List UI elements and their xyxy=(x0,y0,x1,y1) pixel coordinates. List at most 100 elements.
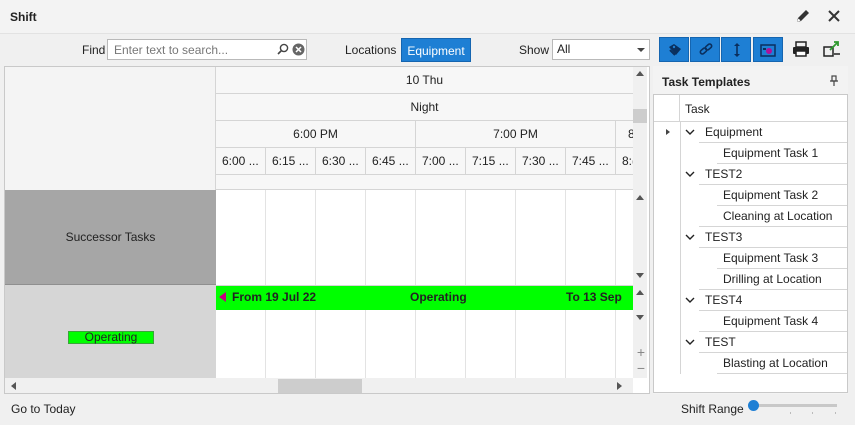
grid-line xyxy=(415,190,416,378)
day-header: 10 Thu xyxy=(216,67,633,94)
tree-item-label: Equipment Task 3 xyxy=(723,251,819,265)
hscroll-thumb[interactable] xyxy=(278,379,362,393)
successor-vscroll[interactable] xyxy=(633,190,647,285)
slider-tick xyxy=(790,412,791,414)
collapse-chevron-icon[interactable] xyxy=(685,170,695,178)
scroll-down-icon[interactable] xyxy=(636,315,644,320)
tree-group-label: TEST2 xyxy=(705,167,743,181)
schedule-grid: 10 Thu Night 6:00 PM 7:00 PM 8 6:00 ... … xyxy=(4,66,650,394)
tree-header-indent xyxy=(654,95,680,121)
chevron-down-icon xyxy=(637,48,645,52)
link-button[interactable] xyxy=(690,37,720,62)
tree-group-row[interactable]: Equipment xyxy=(654,122,847,143)
timeline-body[interactable]: From 19 Jul 22 Operating To 13 Sep xyxy=(216,190,633,378)
expand-vertical-button[interactable] xyxy=(721,37,751,62)
tree-column-task[interactable]: Task xyxy=(685,102,710,116)
tree-item-label: Equipment Task 2 xyxy=(723,188,819,202)
quarter-cell: 7:30 ... xyxy=(516,148,566,174)
grid-line xyxy=(265,190,266,378)
search-icon[interactable] xyxy=(276,42,290,56)
timeline-hscroll[interactable] xyxy=(5,378,633,393)
tree-row-line xyxy=(717,373,847,374)
scroll-up-icon[interactable] xyxy=(636,290,644,295)
task-templates-title: Task Templates xyxy=(662,75,751,89)
search-input[interactable] xyxy=(108,40,268,59)
tree-item-label: Equipment Task 1 xyxy=(723,146,819,160)
quarter-cell: 6:00 ... xyxy=(216,148,266,174)
task-templates-tree: Task Equipment Equipment Task 1 TEST2 Eq… xyxy=(653,94,848,393)
quarter-cell: 7:00 ... xyxy=(416,148,466,174)
show-select[interactable]: All xyxy=(552,39,650,60)
tree-item-row[interactable]: Drilling at Location xyxy=(654,269,847,290)
scroll-up-icon[interactable] xyxy=(636,195,644,200)
scroll-right-icon[interactable] xyxy=(617,382,622,390)
day-label: 10 Thu xyxy=(405,73,444,87)
cost-view-button[interactable] xyxy=(659,37,689,62)
header-vscroll-thumb[interactable] xyxy=(633,109,647,123)
export-button[interactable] xyxy=(822,39,844,61)
link-icon xyxy=(699,43,713,55)
slider-tick xyxy=(812,412,813,414)
tree-group-row[interactable]: TEST2 xyxy=(654,164,847,185)
scroll-left-icon[interactable] xyxy=(11,382,16,390)
collapse-chevron-icon[interactable] xyxy=(685,338,695,346)
edit-icon[interactable] xyxy=(794,7,814,27)
locations-tab[interactable]: Locations xyxy=(345,43,396,57)
hour-cell: 6:00 PM xyxy=(216,121,416,147)
grid-line xyxy=(365,190,366,378)
tree-item-row[interactable]: Blasting at Location xyxy=(654,353,847,374)
operating-task-bar[interactable]: From 19 Jul 22 Operating To 13 Sep xyxy=(216,286,633,310)
vertical-arrows-icon xyxy=(734,43,740,57)
zoom-out-icon[interactable]: − xyxy=(633,361,649,375)
title-bar: Shift xyxy=(0,0,855,34)
task-bar-label: Operating xyxy=(410,290,467,304)
tree-group-label: Equipment xyxy=(705,125,763,139)
tree-header: Task xyxy=(654,95,847,122)
shift-header: Night xyxy=(216,94,633,121)
show-label: Show xyxy=(519,43,550,57)
clear-icon[interactable] xyxy=(292,43,305,56)
grid-line xyxy=(315,190,316,378)
collapse-chevron-icon[interactable] xyxy=(685,233,695,241)
print-button[interactable] xyxy=(791,39,813,61)
tree-group-row[interactable]: TEST xyxy=(654,332,847,353)
collapse-chevron-icon[interactable] xyxy=(685,128,695,136)
tree-item-row[interactable]: Equipment Task 4 xyxy=(654,311,847,332)
tree-item-row[interactable]: Equipment Task 1 xyxy=(654,143,847,164)
grid-line xyxy=(465,190,466,378)
tree-item-row[interactable]: Equipment Task 2 xyxy=(654,185,847,206)
quarter-header: 6:00 ... 6:15 ... 6:30 ... 6:45 ... 7:00… xyxy=(216,148,646,175)
collapse-chevron-icon[interactable] xyxy=(685,296,695,304)
shift-range-track[interactable] xyxy=(753,404,837,407)
tree-item-label: Cleaning at Location xyxy=(723,209,833,223)
header-spacer xyxy=(216,175,633,190)
scroll-up-icon[interactable] xyxy=(636,71,644,76)
resource-successor-tasks[interactable]: Successor Tasks xyxy=(5,190,216,285)
quarter-cell: 7:45 ... xyxy=(566,148,616,174)
calendar-gear-icon xyxy=(760,44,776,57)
tree-group-label: TEST4 xyxy=(705,293,743,307)
scroll-down-icon[interactable] xyxy=(636,273,644,278)
tree-item-label: Equipment Task 4 xyxy=(723,314,819,328)
tree-group-row[interactable]: TEST4 xyxy=(654,290,847,311)
tree-item-row[interactable]: Cleaning at Location xyxy=(654,206,847,227)
close-icon[interactable] xyxy=(825,7,845,27)
find-label: Find xyxy=(82,43,106,57)
equipment-tab[interactable]: Equipment xyxy=(401,38,471,62)
expand-arrow-icon[interactable] xyxy=(663,128,673,136)
go-to-today-link[interactable]: Go to Today xyxy=(11,402,76,416)
tree-group-label: TEST xyxy=(705,335,736,349)
tree-item-row[interactable]: Equipment Task 3 xyxy=(654,248,847,269)
pin-icon[interactable] xyxy=(829,75,839,87)
tree-group-row[interactable]: TEST3 xyxy=(654,227,847,248)
zoom-in-icon[interactable]: + xyxy=(633,345,649,359)
dollar-tag-icon xyxy=(669,44,681,56)
schedule-view-button[interactable] xyxy=(753,37,783,62)
export-icon xyxy=(823,41,840,57)
header-vscroll[interactable] xyxy=(633,67,647,190)
shift-range-thumb[interactable] xyxy=(748,400,759,411)
grid-line xyxy=(615,190,616,378)
toolbar: Find Locations Equipment Show All xyxy=(0,34,855,66)
quarter-cell: 7:15 ... xyxy=(466,148,516,174)
show-select-value: All xyxy=(557,42,571,56)
